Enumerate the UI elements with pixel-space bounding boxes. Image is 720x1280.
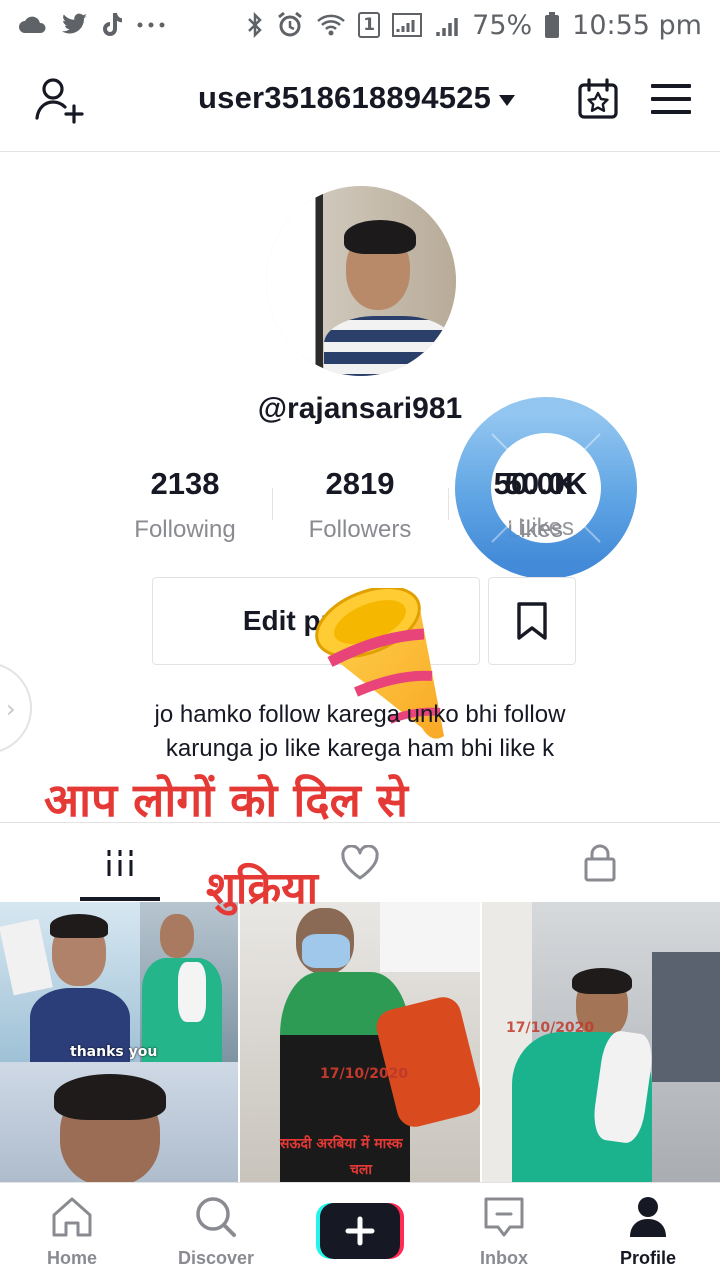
clock: 10:55 pm [572, 9, 702, 41]
nav-inbox[interactable]: Inbox [432, 1195, 576, 1269]
profile-icon [630, 1197, 666, 1237]
status-bar: 1 75% 10:55 pm [0, 0, 720, 50]
more-dots-icon [136, 10, 166, 40]
nav-inbox-label: Inbox [480, 1248, 528, 1268]
menu-line-icon [651, 110, 691, 114]
creator-calendar-button[interactable] [577, 78, 619, 120]
profile-tabs [0, 822, 720, 902]
tab-videos[interactable] [0, 823, 240, 903]
menu-line-icon [651, 97, 691, 101]
grid-icon [107, 850, 133, 876]
nav-home[interactable]: Home [0, 1195, 144, 1269]
bottom-navigation: Home Discover Inbox Profile [0, 1182, 720, 1280]
thumb-mask [302, 934, 350, 968]
profile-header: user3518618894525 [0, 50, 720, 152]
thumb-bg [380, 902, 480, 972]
profile-bio: jo hamko follow karega unko bhi follow k… [60, 698, 660, 766]
video-caption: thanks you [70, 1044, 158, 1060]
alarm-icon [276, 10, 304, 40]
side-drawer-handle[interactable] [0, 662, 32, 754]
add-user-button[interactable] [34, 76, 86, 124]
stat-likes-label-overlay: Likes [517, 514, 575, 541]
signal-2-icon [434, 10, 460, 40]
video-thumbnail[interactable]: thanks you [0, 902, 238, 1062]
stat-followers[interactable]: 2819 Followers [270, 466, 450, 544]
status-bar-left [18, 10, 166, 40]
stat-likes-count-overlay: 50.0K [504, 466, 588, 501]
chevron-down-icon [499, 94, 516, 106]
search-icon [196, 1197, 236, 1237]
video-caption-line-2: चला [350, 1162, 373, 1178]
thumb-face-right [160, 914, 194, 958]
stat-following-label: Following [134, 516, 236, 543]
overlay-text-line-1: आप लोगों को दिल से [44, 773, 408, 827]
account-username: user3518618894525 [198, 80, 492, 115]
bookmark-icon [517, 602, 547, 640]
create-button[interactable] [316, 1203, 404, 1259]
video-thumbnail[interactable]: 17/10/2020 सऊदी अरबिया में मास्क चला [240, 902, 480, 1182]
bio-line-1: jo hamko follow karega unko bhi follow [154, 701, 566, 728]
tiktok-icon [100, 10, 124, 40]
stat-following-count: 2138 [150, 466, 220, 501]
favorites-button[interactable] [488, 577, 576, 665]
nav-home-label: Home [46, 1248, 97, 1268]
video-date: 17/10/2020 [320, 1066, 409, 1082]
stat-followers-label: Followers [308, 516, 412, 543]
tab-active-indicator [80, 897, 160, 901]
home-icon [52, 1197, 92, 1237]
video-thumbnail[interactable]: 17/10/2020 [482, 902, 720, 1182]
avatar-shirt [324, 316, 454, 376]
thumb-door [652, 952, 720, 1082]
tab-private[interactable] [480, 823, 720, 903]
chevron-right-icon: › [6, 695, 16, 723]
nav-discover-label: Discover [177, 1248, 255, 1268]
cloud-icon [18, 10, 48, 40]
calendar-star-icon [578, 78, 618, 119]
menu-line-icon [651, 84, 691, 88]
add-user-icon [35, 78, 84, 124]
account-switcher[interactable]: user3518618894525 [198, 80, 516, 116]
battery-icon [544, 10, 560, 40]
nav-discover[interactable]: Discover [144, 1195, 288, 1269]
video-thumbnail-lower[interactable] [0, 1062, 238, 1182]
lock-icon [584, 844, 616, 882]
status-bar-right: 1 75% 10:55 pm [246, 10, 702, 41]
signal-icon [392, 10, 423, 40]
nav-profile-label: Profile [619, 1248, 676, 1268]
thumb-hair [572, 968, 632, 994]
twitter-icon [60, 10, 88, 40]
video-caption: सऊदी अरबिया में मास्क [280, 1136, 403, 1152]
video-grid: thanks you 17/10/2020 सऊदी अरबिया में मा… [0, 902, 720, 1182]
profile-avatar[interactable] [266, 186, 456, 376]
thumb-mask-right [178, 962, 206, 1022]
wifi-icon [316, 10, 346, 40]
heart-icon [341, 845, 379, 880]
avatar-hair [344, 220, 416, 254]
stat-followers-count: 2819 [325, 466, 395, 501]
nav-profile[interactable]: Profile [576, 1195, 720, 1269]
bluetooth-icon [246, 10, 264, 40]
thumb-hair [54, 1074, 166, 1120]
thumb-hair [50, 914, 108, 938]
inbox-icon [484, 1197, 524, 1237]
overlay-text-line-2: शुक्रिया [206, 863, 319, 914]
video-date: 17/10/2020 [506, 1020, 595, 1036]
battery-percent: 75% [472, 9, 533, 41]
sim-badge: 1 [358, 12, 381, 38]
bio-line-2: karunga jo like karega ham bhi like k [165, 735, 555, 762]
menu-button[interactable] [651, 84, 691, 114]
stat-following[interactable]: 2138 Following [95, 466, 275, 544]
